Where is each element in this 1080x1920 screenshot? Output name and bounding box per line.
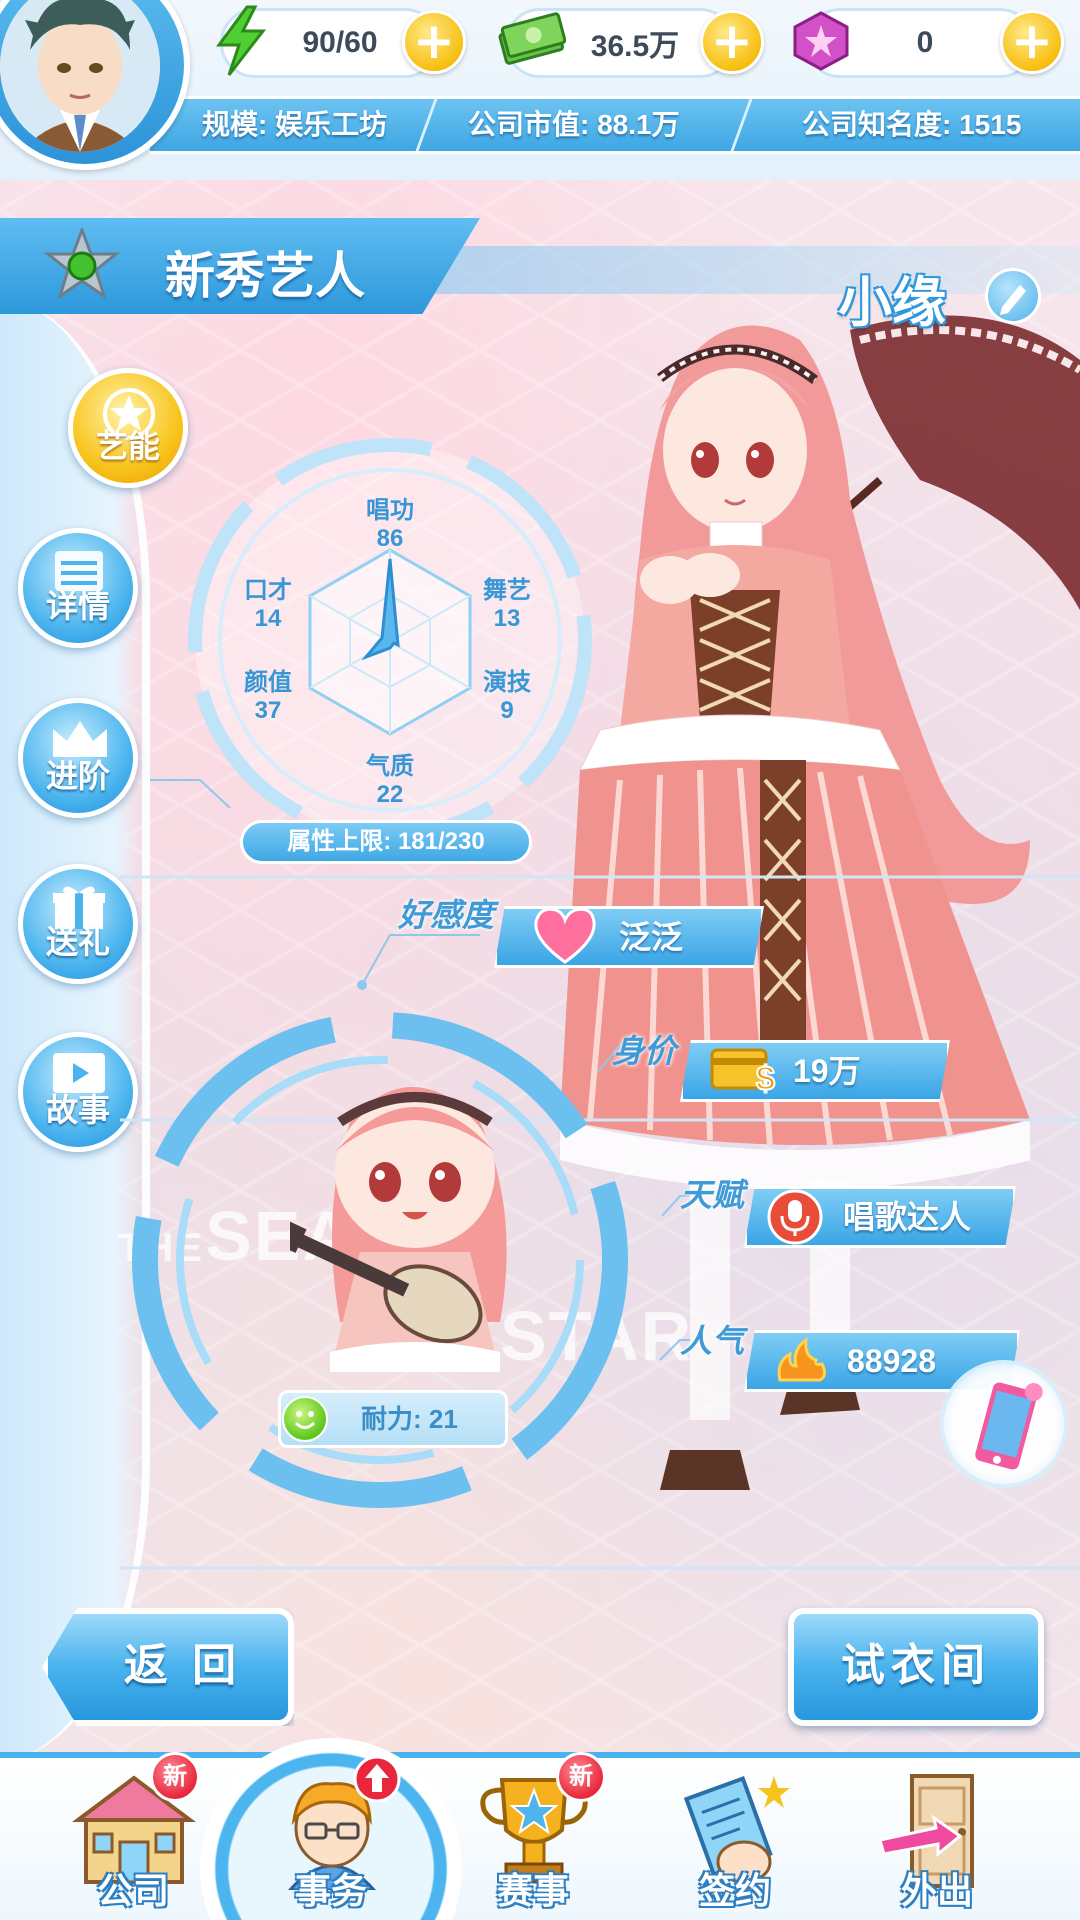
nav-label: 赛事	[496, 1870, 569, 1911]
wardrobe-button-label: 试衣间	[841, 1641, 991, 1690]
nav-label: 外出	[900, 1870, 973, 1911]
talent-label: 天赋	[680, 1177, 745, 1213]
popularity-value: 88928	[847, 1343, 936, 1379]
chibi-artist-illustration	[290, 1087, 507, 1372]
new-badge: 新	[150, 1752, 200, 1802]
nav-item-outing[interactable]: 外出	[862, 1770, 1012, 1920]
affection-label: 好感度	[398, 897, 495, 933]
popularity-label: 人气	[680, 1323, 745, 1359]
flame-icon	[777, 1336, 827, 1382]
svg-text:$: $	[756, 1060, 775, 1098]
talent-value: 唱歌达人	[843, 1199, 972, 1235]
smile-face-icon	[282, 1396, 328, 1442]
nav-label: 签约	[698, 1870, 771, 1911]
nav-label: 事务	[294, 1870, 367, 1911]
phone-button[interactable]	[940, 1360, 1068, 1488]
wardrobe-button[interactable]: 试衣间	[788, 1608, 1044, 1726]
new-badge: 新	[556, 1752, 606, 1802]
back-button-label: 返 回	[123, 1641, 243, 1690]
worth-value: 19万	[793, 1053, 861, 1089]
heart-icon	[534, 907, 596, 964]
money-card-icon: $	[710, 1048, 776, 1099]
back-button[interactable]: 返 回	[42, 1608, 294, 1726]
upgrade-arrow-icon	[353, 1755, 401, 1803]
affection-value: 泛泛	[619, 919, 684, 955]
nav-label: 公司	[96, 1870, 169, 1911]
nav-item-contract[interactable]: 签约	[660, 1770, 810, 1920]
pink-phone-icon	[972, 1379, 1043, 1473]
microphone-icon	[767, 1189, 823, 1245]
